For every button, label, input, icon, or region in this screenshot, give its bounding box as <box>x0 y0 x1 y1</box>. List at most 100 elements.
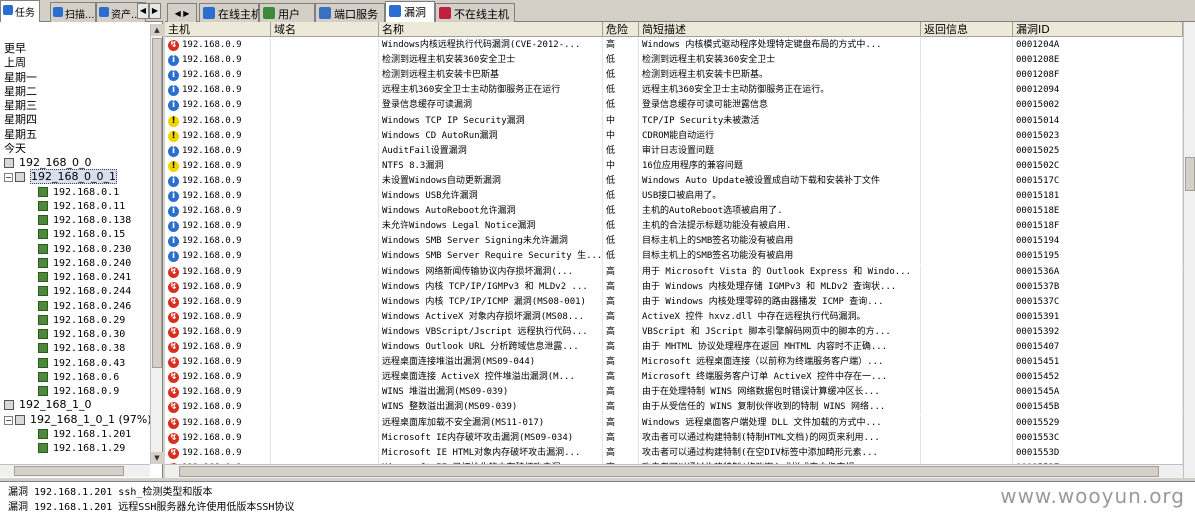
table-row[interactable]: ↯ 192.168.0.9 Windows 内核 TCP/IP/ICMP 漏洞(MS… <box>165 294 1183 310</box>
table-row[interactable]: ↯ 192.168.0.9 远程桌面连接堆溢出漏洞(MS09-044) 高 Micros… <box>165 355 1183 371</box>
cell-risk: 高 <box>603 324 639 340</box>
tree-subgroup[interactable]: − 192_168_1_0_1 (97%) <box>4 413 150 427</box>
table-row[interactable]: ↯ 192.168.0.9 Microsoft IE内存破坏攻击漏洞(MS09-03… <box>165 430 1183 446</box>
cell-domain <box>271 249 379 265</box>
tree-time-node[interactable]: 今天 <box>4 142 26 156</box>
tree-time-node[interactable]: 星期三 <box>4 99 37 113</box>
column-header[interactable]: 简短描述 <box>639 22 921 37</box>
cell-id: 00015451 <box>1013 355 1183 371</box>
tree-host[interactable]: 192.168.1.29 <box>38 441 125 455</box>
table-vertical-scrollbar[interactable] <box>1183 22 1195 478</box>
tree-host[interactable]: 192.168.0.29 <box>38 313 125 327</box>
column-header[interactable]: 主机 <box>165 22 271 37</box>
tree-horizontal-scrollbar[interactable] <box>0 464 150 477</box>
online-host-icon <box>203 7 215 19</box>
tree-host[interactable]: 192.168.1.201 <box>38 427 131 441</box>
table-row[interactable]: ! 192.168.0.9 Windows TCP IP Security漏洞中 TC… <box>165 113 1183 129</box>
table-vscroll-thumb[interactable] <box>1185 157 1195 191</box>
table-row[interactable]: ! 192.168.0.9 NTFS 8.3漏洞中 16位应用程序的兼容问题 00015… <box>165 158 1183 174</box>
tree-host[interactable]: 192.168.0.11 <box>38 199 125 213</box>
tree-time-node[interactable]: 更早 <box>4 42 26 56</box>
tree-time-node[interactable]: 上周 <box>4 56 26 70</box>
tree-host[interactable]: 192.168.0.15 <box>38 227 125 241</box>
result-tab-0[interactable]: 在线主机 <box>199 3 262 22</box>
table-row[interactable]: ↯ 192.168.0.9 Windows 网络新闻传输协议内存损坏漏洞(... 高用… <box>165 264 1183 280</box>
tree-time-node[interactable]: 星期二 <box>4 85 37 99</box>
tree-group[interactable]: 192_168_1_0 <box>4 398 92 412</box>
collapse-icon[interactable]: − <box>4 172 13 182</box>
left-tab-1[interactable]: 扫描... <box>50 2 96 22</box>
table-row[interactable]: ↯ 192.168.0.9 Windows VBScript/Jscript 远程执… <box>165 324 1183 340</box>
tree-host[interactable]: 192.168.0.30 <box>38 327 125 341</box>
tree-host[interactable]: 192.168.0.240 <box>38 256 131 270</box>
scroll-up-icon[interactable]: ▲ <box>151 24 163 36</box>
table-row[interactable]: ↯ 192.168.0.9 Microsoft IE HTML对象内存破坏攻击漏洞.… <box>165 445 1183 461</box>
column-header[interactable]: 漏洞ID <box>1013 22 1183 37</box>
tree-time-node[interactable]: 星期一 <box>4 71 37 85</box>
tree-host[interactable]: 192.168.0.241 <box>38 270 131 284</box>
tree-scroll-thumb[interactable] <box>152 38 162 368</box>
result-tab-3[interactable]: 漏洞 <box>385 1 435 22</box>
table-row[interactable]: ↯ 192.168.0.9 Windows Outlook URL 分析跨域信息泄露… <box>165 340 1183 355</box>
table-row[interactable]: i 192.168.0.9 Windows SMB Server Signing未允… <box>165 234 1183 250</box>
table-row[interactable]: i 192.168.0.9 检测到远程主机安装360安全卫士低检测到远程主机安装36… <box>165 53 1183 69</box>
scroll-down-icon[interactable]: ▼ <box>151 452 163 464</box>
tree-host[interactable]: 192.168.0.38 <box>38 341 125 355</box>
table-row[interactable]: i 192.168.0.9 Windows AutoReboot允许漏洞低主机的Au… <box>165 204 1183 220</box>
table-row[interactable]: ↯ 192.168.0.9 远程桌面连接 ActiveX 控件堆溢出漏洞(M... 高… <box>165 370 1183 386</box>
column-header[interactable]: 名称 <box>379 22 603 37</box>
result-tab-1[interactable]: 用户 <box>259 3 315 22</box>
column-header[interactable]: 域名 <box>271 22 379 37</box>
cell-name: Microsoft IE HTML对象内存破坏攻击漏洞... <box>379 445 603 461</box>
tree-hscroll-thumb[interactable] <box>14 466 124 476</box>
tree-time-node[interactable]: 星期五 <box>4 128 37 142</box>
left-tab-0[interactable]: 任务 <box>0 0 40 22</box>
tree-group[interactable]: 192_168_0_0 <box>4 156 92 170</box>
tree-host[interactable]: 192.168.0.230 <box>38 242 131 256</box>
tab-scroll-left-icon[interactable]: ◀ <box>137 3 149 19</box>
table-row[interactable]: i 192.168.0.9 Windows USB允许漏洞低 USB接口被启用了。 00… <box>165 189 1183 204</box>
cell-domain <box>271 98 379 114</box>
tab-scroll-arrows[interactable]: ◀ ▶ <box>137 3 161 19</box>
table-row[interactable]: i 192.168.0.9 远程主机360安全卫士主动防御服务正在运行低远程主机36… <box>165 83 1183 99</box>
vulnerability-table: 主机 域名 名称 危险 简短描述 返回信息 漏洞ID ↯ 192.168.0.9 Windows… <box>165 22 1183 478</box>
tree-host[interactable]: 192.168.0.43 <box>38 356 125 370</box>
tree-subgroup[interactable]: − 192_168_0_0_1 <box>4 169 117 184</box>
cell-host: 192.168.0.9 <box>182 85 242 96</box>
table-row[interactable]: ↯ 192.168.0.9 Windows 内核 TCP/IP/IGMPv3 和 M… <box>165 279 1183 295</box>
cell-domain <box>271 385 379 401</box>
tree-host[interactable]: 192.168.0.244 <box>38 284 131 298</box>
tab-scroll-left-icon[interactable]: ◀ ▶ <box>175 9 190 18</box>
table-row[interactable]: ↯ 192.168.0.9 Windows ActiveX 对象内存损坏漏洞(MS0… <box>165 309 1183 325</box>
tree-host[interactable]: 192.168.0.138 <box>38 213 131 227</box>
table-hscroll-thumb[interactable] <box>179 466 1159 477</box>
cell-ret <box>921 234 1013 250</box>
table-row[interactable]: ↯ 192.168.0.9 WINS 堆溢出漏洞(MS09-039) 高由于在处理特制… <box>165 385 1183 401</box>
tree-vertical-scrollbar[interactable]: ▲ ▼ <box>150 24 163 464</box>
table-row[interactable]: ↯ 192.168.0.9 WINS 整数溢出漏洞(MS09-039) 高由于从受信任… <box>165 400 1183 416</box>
table-row[interactable]: i 192.168.0.9 检测到远程主机安装卡巴斯基低检测到远程主机安装卡巴斯基。… <box>165 68 1183 84</box>
tree-host[interactable]: 192.168.0.246 <box>38 299 131 313</box>
tree-time-node[interactable]: 星期四 <box>4 113 37 127</box>
table-horizontal-scrollbar[interactable] <box>165 464 1183 478</box>
tab-scroll-arrows[interactable]: ◀ ▶ <box>167 3 197 22</box>
cell-name: 未设置Windows自动更新漏洞 <box>379 173 603 189</box>
table-row[interactable]: ! 192.168.0.9 Windows CD AutoRun漏洞中 CDROM能自… <box>165 128 1183 144</box>
result-tab-2[interactable]: 端口服务 <box>315 3 385 22</box>
tree-host[interactable]: 192.168.0.9 <box>38 384 119 398</box>
table-row[interactable]: i 192.168.0.9 未允许Windows Legal Notice漏洞低主机… <box>165 219 1183 235</box>
table-row[interactable]: i 192.168.0.9 登录信息缓存可读漏洞低登录信息缓存可读可能泄露信息 000… <box>165 98 1183 114</box>
tab-scroll-right-icon[interactable]: ▶ <box>149 3 161 19</box>
column-header[interactable]: 危险 <box>603 22 639 37</box>
cell-host: 192.168.0.9 <box>182 326 242 337</box>
table-row[interactable]: i 192.168.0.9 Windows SMB Server Require S… <box>165 249 1183 265</box>
result-tab-4[interactable]: 不在线主机 <box>435 3 515 22</box>
table-row[interactable]: i 192.168.0.9 未设置Windows自动更新漏洞低 Windows Aut… <box>165 173 1183 189</box>
tree-host[interactable]: 192.168.0.1 <box>38 185 119 199</box>
table-row[interactable]: ↯ 192.168.0.9 Windows内核远程执行代码漏洞(CVE-2012-.… <box>165 38 1183 53</box>
collapse-icon[interactable]: − <box>4 415 13 425</box>
table-row[interactable]: i 192.168.0.9 AuditFail设置漏洞低审计日志设置问题 000150… <box>165 143 1183 159</box>
column-header[interactable]: 返回信息 <box>921 22 1013 37</box>
table-row[interactable]: ↯ 192.168.0.9 远程桌面库加载不安全漏洞(MS11-017) 高 Windo… <box>165 415 1183 431</box>
tree-host[interactable]: 192.168.0.6 <box>38 370 119 384</box>
